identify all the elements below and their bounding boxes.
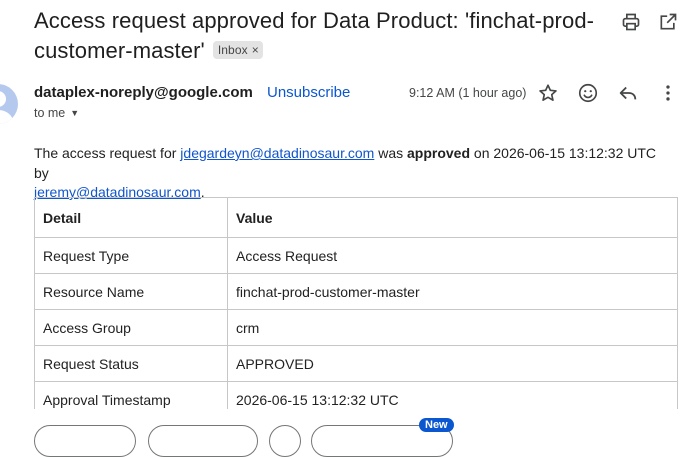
email-timestamp: 9:12 AM (1 hour ago): [409, 86, 527, 100]
detail-cell: Request Status: [34, 345, 228, 382]
request-details-table: Detail Value Request Type Access Request…: [34, 197, 678, 418]
inbox-label-chip[interactable]: Inbox ×: [212, 41, 263, 59]
reply-icon[interactable]: [617, 82, 639, 104]
avatar-person-icon: [0, 91, 6, 107]
print-icon[interactable]: [621, 12, 641, 32]
value-cell: finchat-prod-customer-master: [227, 273, 678, 310]
email-subject: Access request approved for Data Product…: [34, 6, 624, 66]
inbox-label-text: Inbox: [217, 43, 248, 57]
column-header-value: Value: [227, 197, 678, 238]
reply-button[interactable]: [34, 425, 136, 457]
table-row: Access Group crm: [34, 309, 678, 346]
table-row: Resource Name finchat-prod-customer-mast…: [34, 273, 678, 310]
detail-cell: Access Group: [34, 309, 228, 346]
open-in-new-window-icon[interactable]: [658, 12, 678, 32]
emoji-button[interactable]: [269, 425, 301, 457]
email-body-text: The access request for jdegardeyn@datadi…: [34, 145, 657, 200]
requester-email-link[interactable]: jdegardeyn@datadinosaur.com: [180, 145, 374, 161]
new-feature-badge: New: [419, 418, 454, 432]
forward-button[interactable]: [148, 425, 258, 457]
value-cell: crm: [227, 309, 678, 346]
column-header-detail: Detail: [34, 197, 228, 238]
more-vert-icon[interactable]: [657, 82, 679, 104]
recipient-details-toggle[interactable]: to me ▼: [34, 106, 79, 120]
detail-cell: Resource Name: [34, 273, 228, 310]
status-word: approved: [407, 145, 471, 161]
emoji-reaction-icon[interactable]: [577, 82, 599, 104]
unsubscribe-link[interactable]: Unsubscribe: [267, 84, 350, 101]
sender-avatar[interactable]: [0, 84, 18, 124]
value-cell: APPROVED: [227, 345, 678, 382]
recipient-text: to me: [34, 106, 66, 120]
star-icon[interactable]: [537, 82, 559, 104]
table-row: Request Type Access Request: [34, 237, 678, 274]
table-header-row: Detail Value: [34, 197, 678, 238]
detail-cell: Request Type: [34, 237, 228, 274]
table-row: Request Status APPROVED: [34, 345, 678, 382]
subject-text: Access request approved for Data Product…: [34, 8, 595, 63]
chevron-down-icon: ▼: [70, 108, 80, 118]
remove-label-icon[interactable]: ×: [252, 43, 259, 57]
sender-email[interactable]: dataplex-noreply@google.com: [34, 84, 253, 101]
value-cell: Access Request: [227, 237, 678, 274]
